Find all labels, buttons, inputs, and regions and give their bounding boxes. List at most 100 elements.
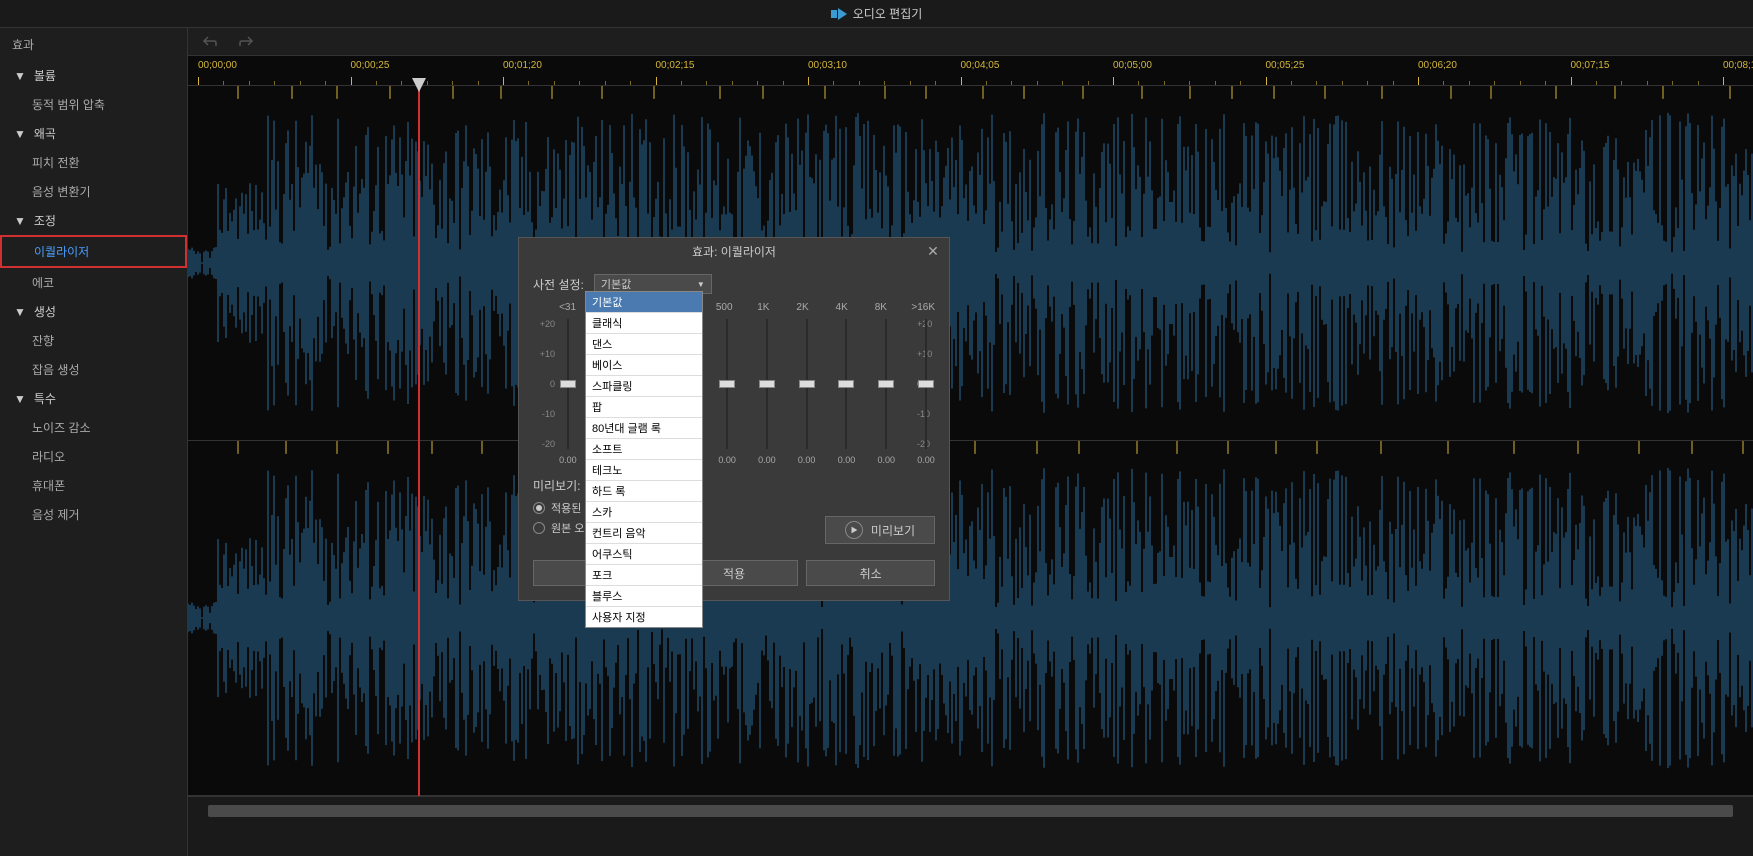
dropdown-item[interactable]: 스파클링 [586, 376, 702, 397]
ruler-tick: 00;04;05 [961, 60, 1000, 71]
effect-item[interactable]: 에코 [0, 268, 187, 297]
eq-slider[interactable] [838, 319, 856, 449]
content-area: 00;00;0000;00;2500;01;2000;02;1500;03;10… [188, 28, 1753, 856]
preset-label: 사전 설정: [533, 276, 584, 293]
dropdown-item[interactable]: 포크 [586, 565, 702, 586]
eq-value: 0.00 [838, 455, 856, 465]
dropdown-item[interactable]: 하드 록 [586, 481, 702, 502]
effect-item[interactable]: 음성 제거 [0, 500, 187, 529]
dropdown-item[interactable]: 80년대 글램 록 [586, 418, 702, 439]
effect-item[interactable]: 잡음 생성 [0, 355, 187, 384]
dropdown-item[interactable]: 소프트 [586, 439, 702, 460]
cancel-button[interactable]: 취소 [806, 560, 935, 586]
effect-item[interactable]: 휴대폰 [0, 471, 187, 500]
app-title: 오디오 편집기 [853, 5, 923, 22]
ruler-tick: 00;03;10 [808, 60, 847, 71]
bottom-scroll [188, 796, 1753, 856]
ruler-tick: 00;05;00 [1113, 60, 1152, 71]
dropdown-item[interactable]: 테크노 [586, 460, 702, 481]
ruler-tick: 00;08;10 [1723, 60, 1753, 71]
eq-band-label: <31 [559, 302, 576, 313]
effect-item[interactable]: 노이즈 감소 [0, 413, 187, 442]
eq-value: 0.00 [917, 455, 935, 465]
dropdown-item[interactable]: 팝 [586, 397, 702, 418]
group-header[interactable]: ▼생성 [0, 297, 187, 326]
group-header[interactable]: ▼조정 [0, 206, 187, 235]
ruler-tick: 00;00;25 [351, 60, 390, 71]
preview-button-label: 미리보기 [871, 522, 915, 539]
dialog-title: 효과: 이퀄라이저 ✕ [519, 238, 949, 264]
scroll-track[interactable] [208, 805, 1733, 817]
eq-band-label: 4K [833, 302, 850, 313]
dropdown-item[interactable]: 스카 [586, 502, 702, 523]
ruler-tick: 00;02;15 [656, 60, 695, 71]
radio-original-label: 원본 오 [551, 520, 584, 536]
radio-icon [533, 502, 545, 514]
effect-item[interactable]: 동적 범위 압축 [0, 90, 187, 119]
eq-value: 0.00 [718, 455, 736, 465]
dialog-title-text: 효과: 이퀄라이저 [692, 243, 776, 260]
effect-item[interactable]: 잔향 [0, 326, 187, 355]
eq-thumb[interactable] [560, 380, 576, 388]
dropdown-item[interactable]: 블루스 [586, 586, 702, 607]
wave-track-top[interactable] [188, 86, 1753, 441]
eq-value: 0.00 [758, 455, 776, 465]
app-logo-icon [831, 8, 847, 20]
effects-sidebar: 효과 ▼볼륨동적 범위 압축▼왜곡피치 전환음성 변환기▼조정이퀄라이저에코▼생… [0, 28, 188, 856]
dropdown-item[interactable]: 댄스 [586, 334, 702, 355]
preset-value: 기본값 [601, 276, 631, 292]
eq-slider[interactable] [758, 319, 776, 449]
chevron-down-icon: ▼ [14, 214, 26, 228]
chevron-down-icon: ▼ [14, 69, 26, 83]
eq-thumb[interactable] [719, 380, 735, 388]
close-icon[interactable]: ✕ [925, 243, 941, 259]
ruler-tick: 00;06;20 [1418, 60, 1457, 71]
dropdown-item[interactable]: 컨트리 음악 [586, 523, 702, 544]
eq-thumb[interactable] [838, 380, 854, 388]
eq-thumb[interactable] [759, 380, 775, 388]
redo-icon[interactable] [238, 34, 254, 50]
dropdown-item[interactable]: 사용자 지정 [586, 607, 702, 627]
dropdown-item[interactable]: 클래식 [586, 313, 702, 334]
dropdown-item[interactable]: 베이스 [586, 355, 702, 376]
dropdown-item[interactable]: 어쿠스틱 [586, 544, 702, 565]
radio-applied-label: 적용된 [551, 500, 581, 516]
eq-thumb[interactable] [878, 380, 894, 388]
eq-thumb[interactable] [799, 380, 815, 388]
waveform-area[interactable] [188, 86, 1753, 796]
eq-value: 0.00 [877, 455, 895, 465]
dropdown-item[interactable]: 기본값 [586, 292, 702, 313]
group-header[interactable]: ▼왜곡 [0, 119, 187, 148]
play-icon [845, 521, 863, 539]
preview-button[interactable]: 미리보기 [825, 516, 935, 544]
eq-slider[interactable] [559, 319, 577, 449]
chevron-down-icon: ▼ [697, 280, 705, 289]
group-header[interactable]: ▼특수 [0, 384, 187, 413]
chevron-down-icon: ▼ [14, 392, 26, 406]
ruler-tick: 00;07;15 [1571, 60, 1610, 71]
eq-slider[interactable] [718, 319, 736, 449]
eq-slider[interactable] [877, 319, 895, 449]
eq-value: 0.00 [559, 455, 577, 465]
chevron-down-icon: ▼ [14, 305, 26, 319]
effect-item[interactable]: 음성 변환기 [0, 177, 187, 206]
toolbar [188, 28, 1753, 56]
playhead[interactable] [418, 86, 420, 796]
eq-slider[interactable] [798, 319, 816, 449]
chevron-down-icon: ▼ [14, 127, 26, 141]
undo-icon[interactable] [202, 34, 218, 50]
group-header[interactable]: ▼볼륨 [0, 61, 187, 90]
eq-band-label: 1K [755, 302, 772, 313]
eq-thumb[interactable] [918, 380, 934, 388]
effect-item[interactable]: 라디오 [0, 442, 187, 471]
ruler-tick: 00;05;25 [1266, 60, 1305, 71]
effect-item[interactable]: 피치 전환 [0, 148, 187, 177]
ruler-tick: 00;01;20 [503, 60, 542, 71]
scroll-thumb[interactable] [208, 805, 1733, 817]
eq-band-label: >16K [911, 302, 935, 313]
wave-track-bottom[interactable] [188, 441, 1753, 796]
effect-item[interactable]: 이퀄라이저 [0, 235, 187, 268]
titlebar: 오디오 편집기 [0, 0, 1753, 28]
eq-slider[interactable] [917, 319, 935, 449]
eq-band-label: 500 [716, 302, 733, 313]
